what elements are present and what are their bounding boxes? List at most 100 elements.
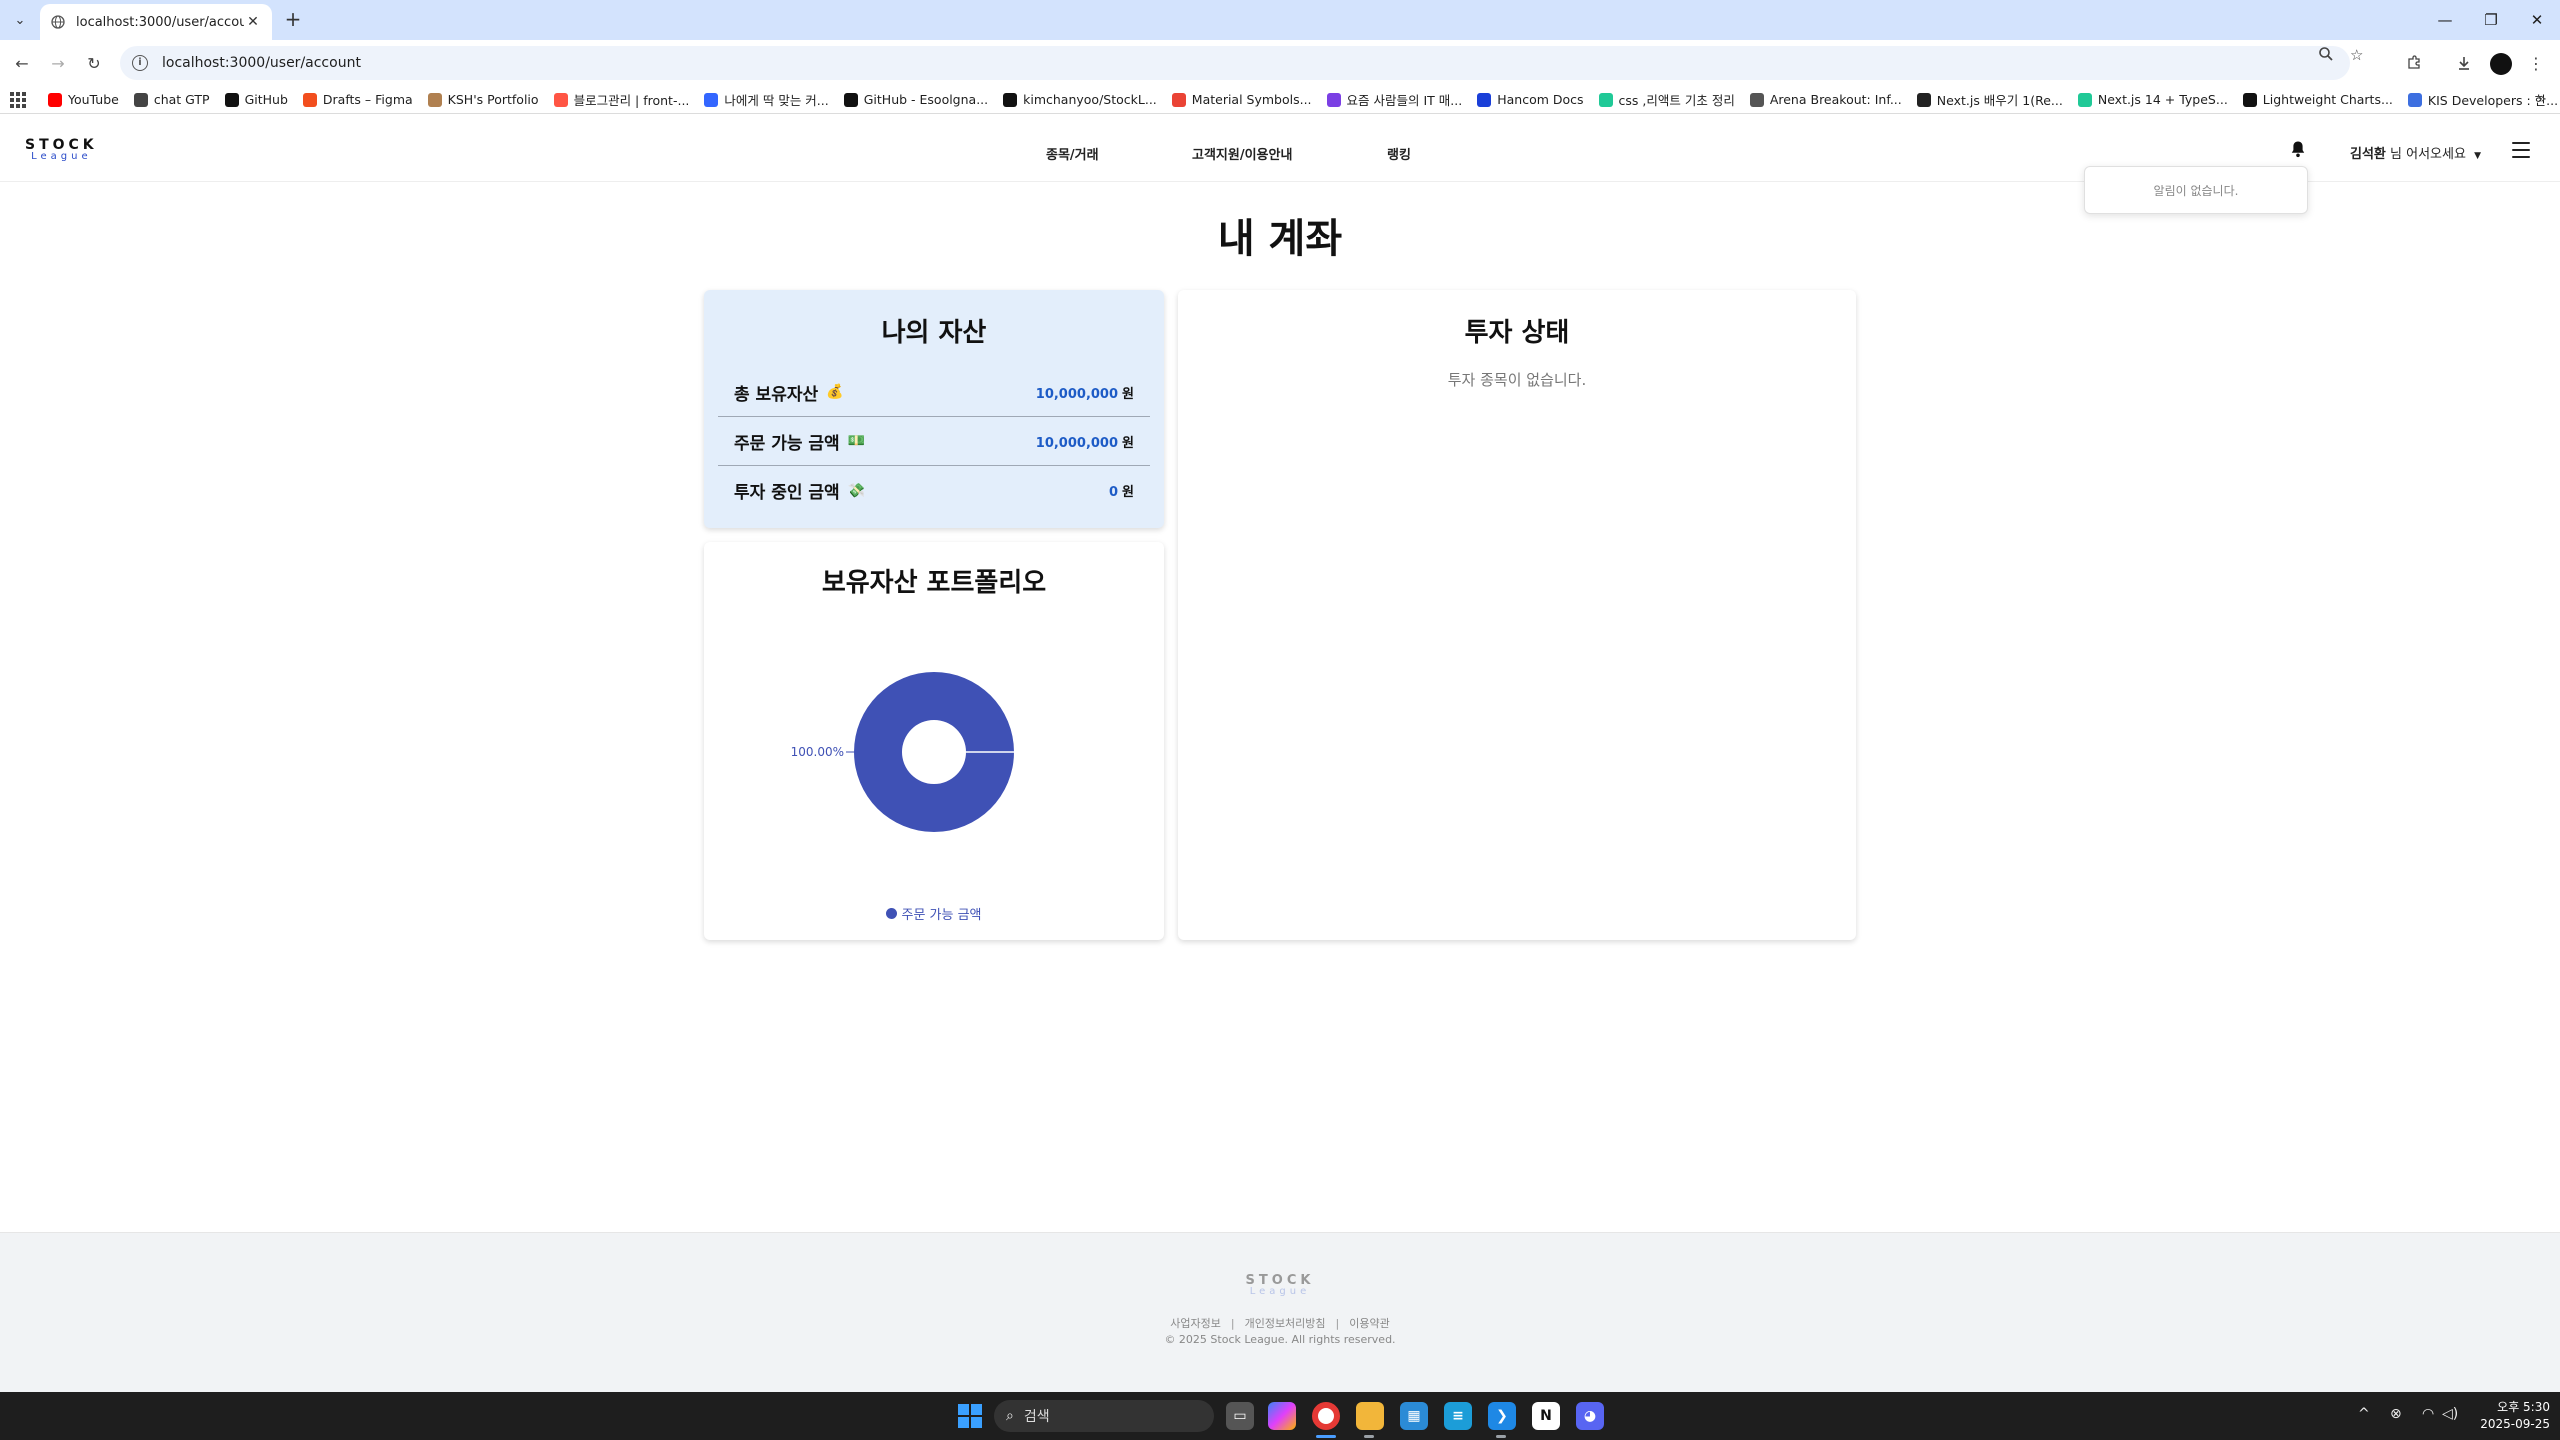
money-bag-icon: 💰 (826, 384, 844, 400)
tradingview-icon (2242, 92, 2257, 107)
minimize-icon[interactable]: — (2422, 0, 2468, 40)
more-bookmarks-icon[interactable]: » (2537, 91, 2546, 107)
bookmark-label: Next.js 배우기 1(Re... (1936, 93, 2063, 108)
footer-logo-league: League (1249, 1286, 1311, 1297)
bookmark-item[interactable]: 요즘 사람들의 IT 매... (1326, 90, 1462, 109)
bookmark-item[interactable]: 블로그관리 | front-... (553, 90, 689, 109)
nextjs-icon (1916, 92, 1931, 107)
volume-icon[interactable]: ◁) (2442, 1406, 2458, 1422)
bookmark-item[interactable]: Next.js 14 + TypeS... (2077, 92, 2228, 107)
bookmark-label: YouTube (68, 92, 119, 107)
vscode-indicator (1496, 1435, 1506, 1438)
address-url: localhost:3000/user/account (162, 55, 361, 71)
investment-status-card: 투자 상태 투자 종목이 없습니다. (1178, 290, 1856, 940)
bookmark-item[interactable]: kimchanyoo/StockL... (1003, 92, 1157, 107)
apps-grid-icon[interactable] (10, 91, 26, 108)
tray-chevron-icon[interactable]: ^ (2358, 1406, 2370, 1422)
system-clock[interactable]: 오후 5:30 2025-09-25 (2470, 1399, 2550, 1433)
download-icon[interactable] (2452, 51, 2476, 75)
extensions-icon[interactable] (2402, 51, 2426, 75)
tistory-icon (553, 92, 568, 107)
tab-close-icon[interactable]: ✕ (244, 14, 262, 30)
restore-icon[interactable]: ❐ (2468, 0, 2514, 40)
nav-support[interactable]: 고객지원/이용안내 (1192, 144, 1292, 163)
bookmark-item[interactable]: css ,리액트 기초 정리 (1598, 90, 1735, 109)
bookmark-item[interactable]: Material Symbols... (1171, 92, 1312, 107)
task-view-icon[interactable]: ▭ (1226, 1402, 1254, 1430)
back-icon[interactable]: ← (10, 51, 34, 75)
github-icon (1003, 92, 1018, 107)
footer-link-business[interactable]: 사업자정보 (1170, 1317, 1221, 1330)
reload-icon[interactable]: ↻ (82, 51, 106, 75)
bookmark-item[interactable]: 나에게 딱 맞는 커... (704, 90, 829, 109)
clock-date: 2025-09-25 (2480, 1417, 2550, 1431)
asset-unit: 원 (1122, 485, 1134, 500)
velog-icon (1598, 92, 1613, 107)
bookmark-item[interactable]: GitHub (224, 92, 288, 107)
bookmark-item[interactable]: KSH's Portfolio (427, 92, 539, 107)
bookmark-item[interactable]: KIS Developers : 한... (2407, 90, 2558, 109)
asset-label: 주문 가능 금액 (734, 433, 840, 454)
browser-tab[interactable]: localhost:3000/user/account ✕ (40, 4, 272, 40)
chrome-active-indicator (1316, 1435, 1336, 1438)
taskbar-search-placeholder: 검색 (1023, 1409, 1050, 1425)
bookmark-item[interactable]: YouTube (48, 92, 119, 107)
page-title: 내 계좌 (1217, 216, 1343, 262)
globe-icon (50, 14, 66, 30)
footer-copyright: © 2025 Stock League. All rights reserved… (1164, 1333, 1396, 1346)
vscode-icon[interactable]: ❯ (1488, 1402, 1516, 1430)
profile-avatar[interactable] (2490, 53, 2512, 75)
assets-title: 나의 자산 (881, 318, 987, 348)
bookmark-item[interactable]: Lightweight Charts... (2242, 92, 2393, 107)
bookmark-item[interactable]: chat GTP (133, 92, 210, 107)
bookmark-item[interactable]: Next.js 배우기 1(Re... (1916, 90, 2063, 109)
forward-icon[interactable]: → (46, 51, 70, 75)
file-explorer-icon[interactable] (1356, 1402, 1384, 1430)
copilot-icon[interactable] (1268, 1402, 1296, 1430)
chrome-icon[interactable] (1312, 1402, 1340, 1430)
tray-app-icon[interactable]: ⊗ (2390, 1406, 2402, 1422)
new-tab-button[interactable]: + (281, 8, 305, 32)
footer-link-terms[interactable]: 이용약관 (1349, 1317, 1389, 1330)
footer-link-privacy[interactable]: 개인정보처리방침 (1245, 1317, 1326, 1330)
notification-bell-icon[interactable] (2290, 140, 2308, 160)
nav-trade[interactable]: 종목/거래 (1046, 144, 1099, 163)
taskbar-search[interactable]: ⌕ 검색 (994, 1400, 1214, 1432)
bookmark-label: chat GTP (153, 92, 210, 107)
windows-start-icon[interactable] (958, 1404, 982, 1428)
chart-legend[interactable]: 주문 가능 금액 (704, 904, 1164, 923)
zoom-icon[interactable] (2318, 46, 2334, 68)
notepad-icon[interactable]: ≡ (1444, 1402, 1472, 1430)
bookmark-item[interactable]: GitHub - Esoolgna... (843, 92, 988, 107)
notion-icon[interactable]: N (1532, 1402, 1560, 1430)
bookmark-star-icon[interactable]: ☆ (2350, 46, 2363, 68)
hamburger-menu-icon[interactable] (2512, 142, 2530, 158)
status-title: 투자 상태 (1464, 318, 1570, 348)
user-greeting[interactable]: 김석환 님 어서오세요 ▼ (2350, 143, 2481, 162)
my-assets-card: 나의 자산 총 보유자산 💰 10,000,000 원 주문 가능 금액 💵 10,0… (704, 290, 1164, 528)
s-icon (704, 92, 719, 107)
portfolio-donut-chart: 100.00% (791, 672, 1014, 832)
site-info-icon[interactable]: i (132, 55, 148, 71)
microsoft-store-icon[interactable]: ▦ (1400, 1402, 1428, 1430)
legend-swatch (886, 908, 898, 919)
wifi-icon[interactable]: ◠ (2422, 1406, 2434, 1422)
bookmark-item[interactable]: Arena Breakout: Inf... (1749, 92, 1902, 107)
nav-ranking[interactable]: 랭킹 (1387, 144, 1411, 163)
game-icon (1749, 92, 1764, 107)
address-bar[interactable]: i localhost:3000/user/account (120, 46, 2350, 80)
tab-search-chevron-icon[interactable]: ⌄ (8, 8, 32, 32)
asset-label: 투자 중인 금액 (734, 483, 840, 503)
windows-taskbar: ⌕ 검색 ▭ ▦ ≡ ❯ N ◕ ^ ⊗ ◠ ◁) 오후 5:30 2025-0… (0, 1392, 2560, 1440)
footer-logo: STOCK League (0, 1273, 2560, 1297)
kis-icon (2407, 92, 2422, 107)
github-icon (224, 92, 239, 107)
discord-icon[interactable]: ◕ (1576, 1402, 1604, 1430)
figma-icon (302, 92, 317, 107)
site-logo[interactable]: STOCK League (25, 137, 98, 162)
bookmark-label: Drafts – Figma (322, 92, 413, 107)
bookmark-item[interactable]: Hancom Docs (1477, 92, 1584, 107)
browser-menu-icon[interactable]: ⋮ (2524, 51, 2548, 75)
close-window-icon[interactable]: ✕ (2514, 0, 2560, 40)
bookmark-item[interactable]: Drafts – Figma (302, 92, 413, 107)
